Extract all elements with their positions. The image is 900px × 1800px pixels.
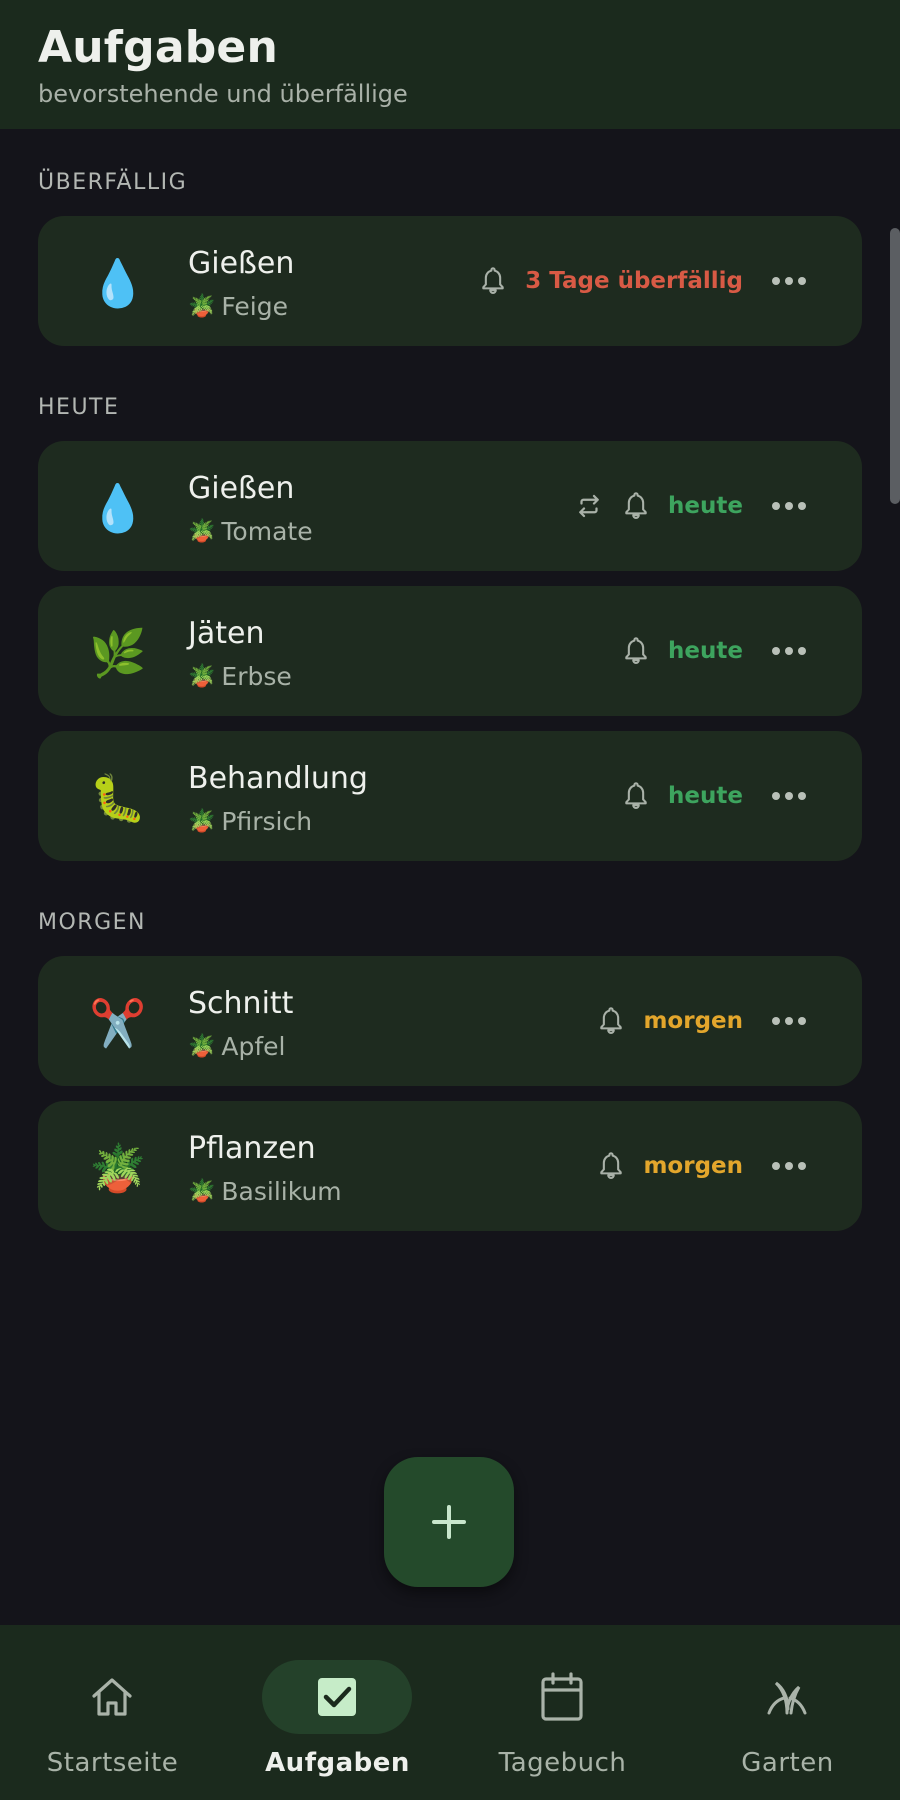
nav-label: Tagebuch (498, 1748, 627, 1778)
section-label-today: HEUTE (38, 395, 120, 420)
task-name: Behandlung (188, 761, 368, 796)
herb-icon: 🌿 (89, 626, 147, 680)
task-name: Pflanzen (188, 1131, 316, 1166)
garden-icon (767, 1681, 807, 1715)
task-plant-name: Tomate (221, 517, 313, 546)
bell-icon[interactable] (597, 1006, 625, 1036)
potted-plant-icon: 🪴 (188, 664, 216, 689)
task-name: Gießen (188, 246, 295, 281)
page-title: Aufgaben (38, 22, 278, 73)
task-plant-name: Apfel (221, 1032, 286, 1061)
status-badge: heute (668, 493, 743, 519)
nav-label: Startseite (46, 1748, 179, 1778)
app-header: Aufgaben bevorstehende und überfällige (0, 0, 900, 129)
page-subtitle: bevorstehende und überfällige (38, 80, 408, 108)
section-label-tomorrow: MORGEN (38, 910, 146, 935)
task-name: Jäten (188, 616, 265, 651)
nav-item-garten[interactable]: Garten (675, 1625, 900, 1800)
task-plant: 🪴 Tomate (188, 517, 313, 546)
nav-label: Aufgaben (265, 1748, 410, 1778)
task-card[interactable]: 💧 Gießen 🪴 Tomate heute (38, 441, 862, 571)
calendar-icon (541, 1672, 583, 1721)
repeat-icon (574, 491, 604, 521)
task-card[interactable]: 🪴 Pflanzen 🪴 Basilikum morgen (38, 1101, 862, 1231)
task-plant: 🪴 Pfirsich (188, 807, 312, 836)
bell-icon[interactable] (479, 266, 507, 296)
task-plant: 🪴 Feige (188, 292, 288, 321)
bell-icon[interactable] (622, 781, 650, 811)
task-plant-name: Feige (221, 292, 288, 321)
caterpillar-icon: 🐛 (89, 771, 147, 825)
more-options-icon[interactable] (771, 1016, 807, 1026)
droplet-icon: 💧 (89, 256, 147, 310)
bottom-navigation: Startseite Aufgaben Tagebuch Garten (0, 1625, 900, 1800)
task-name: Gießen (188, 471, 295, 506)
task-card[interactable]: 💧 Gießen 🪴 Feige 3 Tage überfällig (38, 216, 862, 346)
potted-plant-icon: 🪴 (188, 1179, 216, 1204)
nav-label: Garten (741, 1748, 834, 1778)
task-plant-name: Pfirsich (221, 807, 313, 836)
task-plant-name: Basilikum (221, 1177, 342, 1206)
potted-plant-icon: 🪴 (188, 809, 216, 834)
droplet-icon: 💧 (89, 481, 147, 535)
status-badge: morgen (643, 1153, 743, 1179)
potted-plant-icon: 🪴 (188, 294, 216, 319)
task-card[interactable]: 🌿 Jäten 🪴 Erbse heute (38, 586, 862, 716)
nav-item-tagebuch[interactable]: Tagebuch (450, 1625, 675, 1800)
scissors-icon: ✂️ (89, 996, 147, 1050)
more-options-icon[interactable] (771, 1161, 807, 1171)
more-options-icon[interactable] (771, 646, 807, 656)
task-name: Schnitt (188, 986, 294, 1021)
nav-item-startseite[interactable]: Startseite (0, 1625, 225, 1800)
scrollbar-thumb[interactable] (890, 228, 900, 504)
status-badge: heute (668, 638, 743, 664)
task-plant-name: Erbse (221, 662, 292, 691)
add-task-button[interactable] (384, 1457, 514, 1587)
more-options-icon[interactable] (771, 791, 807, 801)
bell-icon[interactable] (597, 1151, 625, 1181)
more-options-icon[interactable] (771, 276, 807, 286)
task-card[interactable]: ✂️ Schnitt 🪴 Apfel morgen (38, 956, 862, 1086)
checkbox-icon (318, 1678, 356, 1716)
home-icon (92, 1678, 132, 1716)
task-plant: 🪴 Erbse (188, 662, 292, 691)
plus-icon (432, 1505, 466, 1539)
bell-icon[interactable] (622, 636, 650, 666)
more-options-icon[interactable] (771, 501, 807, 511)
section-label-overdue: ÜBERFÄLLIG (38, 170, 188, 195)
bell-icon[interactable] (622, 491, 650, 521)
potted-plant-icon: 🪴 (188, 1034, 216, 1059)
task-plant: 🪴 Apfel (188, 1032, 286, 1061)
status-badge: 3 Tage überfällig (525, 268, 743, 294)
potted-plant-icon: 🪴 (188, 519, 216, 544)
task-card[interactable]: 🐛 Behandlung 🪴 Pfirsich heute (38, 731, 862, 861)
status-badge: heute (668, 783, 743, 809)
potted-plant-icon: 🪴 (89, 1141, 147, 1195)
task-plant: 🪴 Basilikum (188, 1177, 342, 1206)
status-badge: morgen (643, 1008, 743, 1034)
nav-item-aufgaben[interactable]: Aufgaben (225, 1625, 450, 1800)
